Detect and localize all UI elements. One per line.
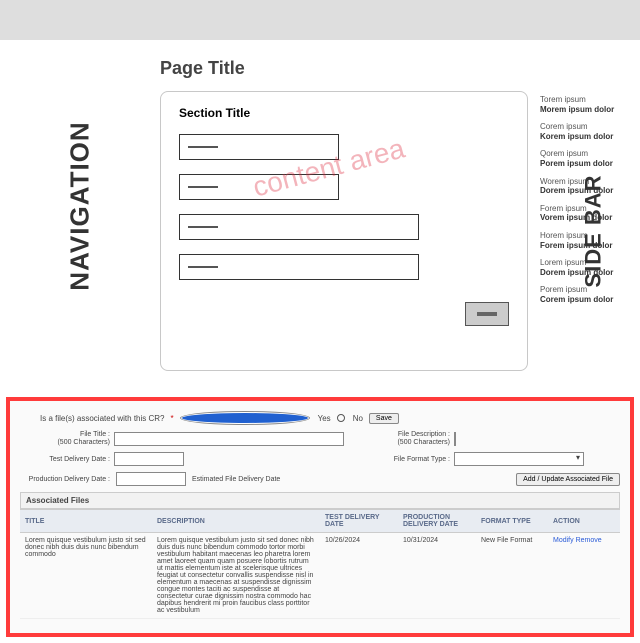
- col-description[interactable]: DESCRIPTION: [152, 510, 320, 533]
- col-prod-date[interactable]: PRODUCTION DELIVERY DATE: [398, 510, 476, 533]
- col-test-date[interactable]: TEST DELIVERY DATE: [320, 510, 398, 533]
- sidebar-column: SIDE BAR Torem ipsumMorem ipsum dolor Co…: [540, 91, 640, 371]
- col-title[interactable]: TITLE: [20, 510, 152, 533]
- question-row: Is a file(s) associated with this CR? * …: [20, 411, 620, 425]
- sidebar-item[interactable]: Torem ipsumMorem ipsum dolor: [540, 95, 640, 114]
- col-format[interactable]: FORMAT TYPE: [476, 510, 548, 533]
- upper-layout: NAVIGATION Page Title Section Title cont…: [0, 40, 640, 391]
- form-field-2[interactable]: [179, 174, 339, 200]
- test-date-label: Test Delivery Date :: [20, 456, 110, 464]
- associated-files-panel: Is a file(s) associated with this CR? * …: [6, 397, 634, 637]
- file-format-label: File Format Type :: [360, 456, 450, 464]
- radio-no[interactable]: [337, 414, 345, 422]
- content-area: Section Title content area SIDE BAR Tore…: [160, 91, 640, 371]
- form-field-1[interactable]: [179, 134, 339, 160]
- est-date-label: Estimated File Delivery Date: [192, 476, 280, 483]
- sidebar-item[interactable]: Corem ipsumKorem ipsum dolor: [540, 122, 640, 141]
- table-row: Lorem quisque vestibulum justo sit sed d…: [20, 533, 620, 619]
- cell-test-date: 10/26/2024: [320, 533, 398, 619]
- col-action[interactable]: ACTION: [548, 510, 620, 533]
- prod-date-label: Production Delivery Date :: [20, 476, 110, 484]
- yes-label: Yes: [318, 414, 331, 423]
- associated-files-header: Associated Files: [20, 492, 620, 509]
- page-title: Page Title: [160, 58, 640, 79]
- sidebar-item[interactable]: Qorem ipsumPorem ipsum dolor: [540, 149, 640, 168]
- navigation-column: NAVIGATION: [0, 40, 160, 371]
- file-desc-input[interactable]: [454, 432, 456, 446]
- section-title: Section Title: [179, 106, 509, 120]
- form-field-3[interactable]: [179, 214, 419, 240]
- file-title-input[interactable]: [114, 432, 344, 446]
- save-button[interactable]: Save: [369, 413, 399, 424]
- cell-description: Lorem quisque vestibulum justo sit sed d…: [152, 533, 320, 619]
- associated-files-table: TITLE DESCRIPTION TEST DELIVERY DATE PRO…: [20, 509, 620, 619]
- cell-format: New File Format: [476, 533, 548, 619]
- sidebar-item[interactable]: Porem ipsumCorem ipsum dolor: [540, 285, 640, 304]
- main-column: Page Title Section Title content area SI…: [160, 40, 640, 371]
- remove-link[interactable]: Remove: [576, 537, 602, 544]
- cell-action: Modify Remove: [548, 533, 620, 619]
- required-asterisk: *: [171, 414, 174, 423]
- add-update-button[interactable]: Add / Update Associated File: [516, 473, 620, 486]
- radio-yes[interactable]: [180, 411, 310, 425]
- no-label: No: [353, 414, 363, 423]
- top-bar: [0, 0, 640, 40]
- navigation-label: NAVIGATION: [65, 121, 96, 290]
- file-desc-label: File Description :(500 Characters): [360, 431, 450, 446]
- form-field-4[interactable]: [179, 254, 419, 280]
- cell-prod-date: 10/31/2024: [398, 533, 476, 619]
- prod-date-input[interactable]: [116, 472, 186, 486]
- file-title-label: File Title :(500 Characters): [20, 431, 110, 446]
- modify-link[interactable]: Modify: [553, 537, 574, 544]
- question-label: Is a file(s) associated with this CR?: [40, 414, 165, 423]
- file-format-select[interactable]: [454, 452, 584, 466]
- sidebar-label: SIDE BAR: [580, 174, 606, 287]
- content-card: Section Title content area: [160, 91, 528, 371]
- cell-title: Lorem quisque vestibulum justo sit sed d…: [20, 533, 152, 619]
- test-date-input[interactable]: [114, 452, 184, 466]
- submit-button[interactable]: [465, 302, 509, 326]
